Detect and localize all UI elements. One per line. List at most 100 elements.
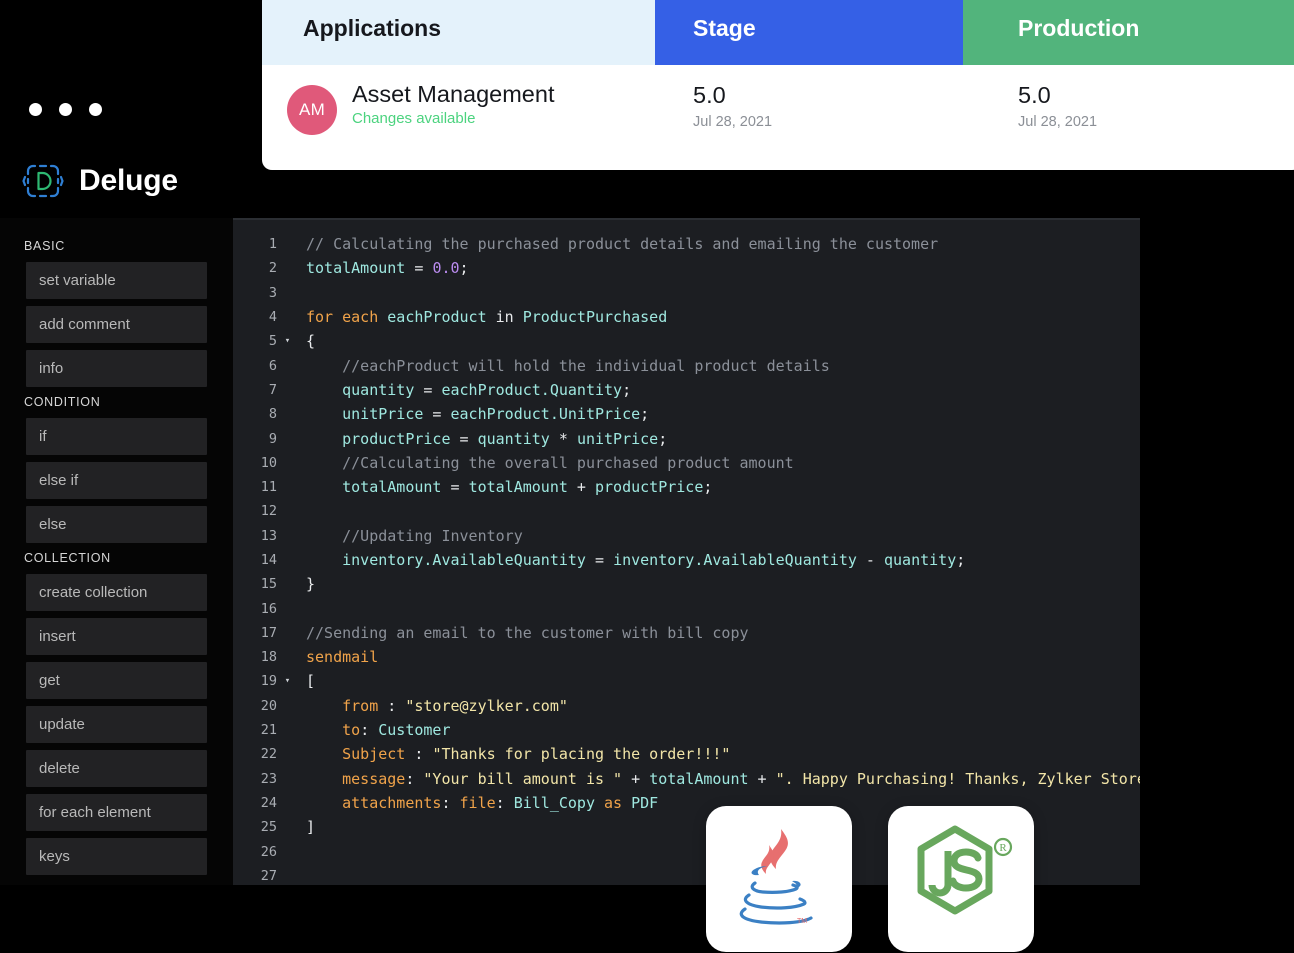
code-line[interactable]: 12 bbox=[233, 499, 1140, 523]
sidebar-group-label: CONDITION bbox=[24, 395, 101, 409]
code-text: totalAmount = totalAmount + productPrice… bbox=[342, 478, 713, 497]
code-line[interactable]: 23 message: "Your bill amount is " + tot… bbox=[233, 767, 1140, 791]
code-line[interactable]: 6 //eachProduct will hold the individual… bbox=[233, 353, 1140, 377]
code-line[interactable]: 19 ▾ [ bbox=[233, 669, 1140, 693]
production-date: Jul 28, 2021 bbox=[1018, 114, 1098, 131]
code-text: productPrice = quantity * unitPrice; bbox=[342, 429, 668, 448]
line-number: 6 bbox=[268, 357, 277, 374]
line-number: 27 bbox=[260, 867, 277, 884]
code-line[interactable]: 5 ▾ { bbox=[233, 329, 1140, 353]
chevron-down-icon[interactable]: ▾ bbox=[281, 336, 294, 346]
line-number: 4 bbox=[268, 309, 277, 326]
sidebar-item-delete[interactable]: delete bbox=[26, 750, 207, 787]
code-text: totalAmount = 0.0; bbox=[306, 259, 469, 278]
stage-date: Jul 28, 2021 bbox=[693, 114, 773, 131]
code-text: { bbox=[306, 332, 316, 351]
code-text: //Updating Inventory bbox=[306, 526, 523, 545]
line-number: 23 bbox=[260, 770, 277, 787]
code-line[interactable]: 9 productPrice = quantity * unitPrice; bbox=[233, 426, 1140, 450]
code-line[interactable]: 20 from : "store@zylker.com" bbox=[233, 694, 1140, 718]
code-text: inventory.AvailableQuantity = inventory.… bbox=[342, 551, 966, 569]
line-number: 15 bbox=[260, 576, 277, 593]
code-line[interactable]: 2 totalAmount = 0.0; bbox=[233, 256, 1140, 280]
sidebar-group-basic: BASIC set variable add comment info bbox=[0, 239, 233, 387]
code-line[interactable]: 17 //Sending an email to the customer wit… bbox=[233, 621, 1140, 645]
code-editor[interactable]: 1 // Calculating the purchased product de… bbox=[233, 218, 1140, 885]
sidebar-item-else-if[interactable]: else if bbox=[26, 462, 207, 499]
deluge-logo-icon bbox=[22, 160, 64, 202]
sidebar-groups: BASIC set variable add comment info CONDITIO… bbox=[0, 239, 233, 875]
code-line[interactable]: 1 // Calculating the purchased product de… bbox=[233, 232, 1140, 256]
code-text: to: Customer bbox=[342, 721, 451, 740]
sidebar-item-else[interactable]: else bbox=[26, 506, 207, 543]
java-logo-icon: TM bbox=[733, 827, 825, 932]
table-row[interactable]: AM Asset Management Changes available 5.… bbox=[262, 65, 1294, 170]
sidebar-item-update[interactable]: update bbox=[26, 706, 207, 743]
code-text: //Calculating the overall purchased prod… bbox=[306, 453, 794, 472]
code-line[interactable]: 8 unitPrice = eachProduct.UnitPrice; bbox=[233, 402, 1140, 426]
production-version: 5.0 bbox=[1018, 82, 1051, 108]
line-number: 20 bbox=[260, 697, 277, 714]
code-text: from : "store@zylker.com" bbox=[342, 696, 568, 715]
column-header-stage: Stage bbox=[655, 0, 963, 65]
line-number: 26 bbox=[260, 843, 277, 860]
app-root: Deluge BASIC set variable add comment info C… bbox=[0, 0, 1294, 953]
application-name: Asset Management bbox=[352, 81, 555, 107]
window-controls[interactable] bbox=[29, 103, 102, 116]
code-line[interactable]: 10 //Calculating the overall purchased p… bbox=[233, 451, 1140, 475]
window-dot-1[interactable] bbox=[29, 103, 42, 116]
sidebar-group-label: BASIC bbox=[24, 239, 66, 253]
code-text: quantity = eachProduct.Quantity; bbox=[342, 380, 632, 399]
sidebar-item-get[interactable]: get bbox=[26, 662, 207, 699]
code-line[interactable]: 21 to: Customer bbox=[233, 718, 1140, 742]
sidebar-item-set-variable[interactable]: set variable bbox=[26, 262, 207, 299]
code-text: sendmail bbox=[306, 648, 379, 667]
line-number: 18 bbox=[260, 649, 277, 666]
nodejs-badge[interactable]: R bbox=[888, 806, 1034, 952]
sidebar-item-insert[interactable]: insert bbox=[26, 618, 207, 655]
line-number: 19 bbox=[260, 673, 277, 690]
code-line[interactable]: 14 inventory.AvailableQuantity = invento… bbox=[233, 548, 1140, 572]
line-number: 21 bbox=[260, 722, 277, 739]
sidebar-item-add-comment[interactable]: add comment bbox=[26, 306, 207, 343]
stage-version: 5.0 bbox=[693, 82, 726, 108]
sidebar-item-keys[interactable]: keys bbox=[26, 838, 207, 875]
svg-text:TM: TM bbox=[797, 918, 807, 925]
svg-text:R: R bbox=[999, 842, 1007, 854]
code-line[interactable]: 4 for each eachProduct in ProductPurchase… bbox=[233, 305, 1140, 329]
line-number: 11 bbox=[260, 479, 277, 496]
code-line[interactable]: 15} bbox=[233, 572, 1140, 596]
code-line[interactable]: 22 Subject : "Thanks for placing the ord… bbox=[233, 742, 1140, 766]
code-line[interactable]: 11 totalAmount = totalAmount + productPr… bbox=[233, 475, 1140, 499]
line-number: 16 bbox=[260, 600, 277, 617]
code-line[interactable]: 7 quantity = eachProduct.Quantity; bbox=[233, 378, 1140, 402]
code-line[interactable]: 16 bbox=[233, 596, 1140, 620]
application-cell[interactable]: AM Asset Management Changes available bbox=[262, 81, 655, 135]
line-number: 25 bbox=[260, 819, 277, 836]
code-line[interactable]: 18 sendmail bbox=[233, 645, 1140, 669]
code-lines[interactable]: 1 // Calculating the purchased product de… bbox=[233, 218, 1140, 885]
sidebar-item-create-collection[interactable]: create collection bbox=[26, 574, 207, 611]
stage-cell: 5.0 Jul 28, 2021 bbox=[655, 81, 963, 130]
window-dot-2[interactable] bbox=[59, 103, 72, 116]
code-line[interactable]: 13 //Updating Inventory bbox=[233, 524, 1140, 548]
code-line[interactable]: 3 bbox=[233, 281, 1140, 305]
line-number: 12 bbox=[260, 503, 277, 520]
line-number: 7 bbox=[268, 381, 277, 398]
window-dot-3[interactable] bbox=[89, 103, 102, 116]
java-badge[interactable]: TM bbox=[706, 806, 852, 952]
line-number: 14 bbox=[260, 552, 277, 568]
code-text: //eachProduct will hold the individual p… bbox=[306, 356, 830, 375]
card-header-row: Applications Stage Production bbox=[262, 0, 1294, 65]
sidebar-item-info[interactable]: info bbox=[26, 350, 207, 387]
code-text: unitPrice = eachProduct.UnitPrice; bbox=[342, 405, 650, 424]
sidebar-item-if[interactable]: if bbox=[26, 418, 207, 455]
sidebar-group-label: COLLECTION bbox=[24, 551, 111, 565]
sidebar-item-for-each-element[interactable]: for each element bbox=[26, 794, 207, 831]
application-info: Asset Management Changes available bbox=[352, 81, 554, 127]
code-text: } bbox=[306, 575, 316, 594]
sidebar[interactable]: BASIC set variable add comment info CONDITIO… bbox=[0, 218, 233, 885]
line-number: 22 bbox=[260, 746, 277, 763]
line-number: 17 bbox=[260, 624, 277, 641]
chevron-down-icon[interactable]: ▾ bbox=[281, 676, 294, 686]
